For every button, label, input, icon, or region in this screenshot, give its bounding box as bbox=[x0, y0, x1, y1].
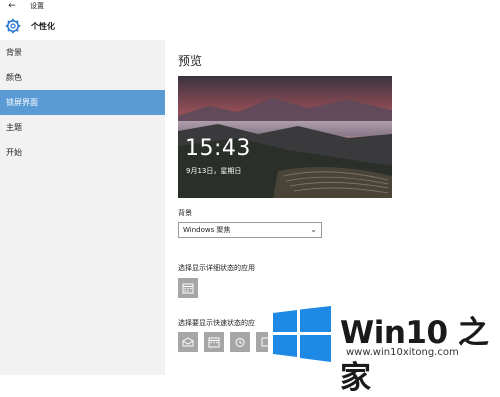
sidebar-item-background[interactable]: 背景 bbox=[0, 40, 165, 65]
mail-icon bbox=[182, 337, 194, 347]
background-label: 背景 bbox=[178, 209, 192, 217]
watermark: Win10 之家 www.win10xitong.com bbox=[268, 302, 500, 396]
quick-status-calendar-button[interactable] bbox=[204, 332, 224, 352]
title-bar: ← 设置 bbox=[0, 0, 500, 12]
sidebar-item-colors[interactable]: 颜色 bbox=[0, 65, 165, 90]
window-title: 设置 bbox=[30, 2, 44, 10]
preview-heading: 预览 bbox=[178, 54, 203, 68]
detail-status-label: 选择显示详细状态的应用 bbox=[178, 264, 255, 272]
gear-icon bbox=[5, 18, 21, 34]
sidebar-item-start[interactable]: 开始 bbox=[0, 140, 165, 165]
calendar-icon bbox=[182, 283, 194, 294]
detail-status-app-button[interactable] bbox=[178, 278, 198, 298]
quick-status-alarm-button[interactable] bbox=[230, 332, 250, 352]
calendar-icon bbox=[208, 337, 220, 348]
quick-status-label: 选择要显示快速状态的应 bbox=[178, 319, 255, 327]
watermark-url: www.win10xitong.com bbox=[346, 347, 459, 358]
background-dropdown[interactable]: Windows 聚焦 ⌄ bbox=[178, 222, 322, 238]
page-title: 个性化 bbox=[31, 21, 55, 31]
quick-status-mail-button[interactable] bbox=[178, 332, 198, 352]
page-header: 个性化 bbox=[0, 12, 165, 40]
chevron-down-icon: ⌄ bbox=[310, 225, 317, 234]
windows-logo-icon bbox=[273, 306, 331, 362]
preview-date: 9月13日，星期日 bbox=[186, 167, 242, 175]
preview-clock: 15:43 bbox=[185, 136, 251, 161]
background-dropdown-value: Windows 聚焦 bbox=[183, 226, 231, 234]
back-arrow-icon[interactable]: ← bbox=[4, 0, 20, 12]
sidebar-item-lock-screen[interactable]: 锁屏界面 bbox=[0, 90, 165, 115]
sidebar: 背景 颜色 锁屏界面 主题 开始 bbox=[0, 40, 165, 375]
lock-screen-preview: 15:43 9月13日，星期日 bbox=[178, 76, 392, 198]
alarm-clock-icon bbox=[235, 338, 245, 347]
sidebar-item-themes[interactable]: 主题 bbox=[0, 115, 165, 140]
